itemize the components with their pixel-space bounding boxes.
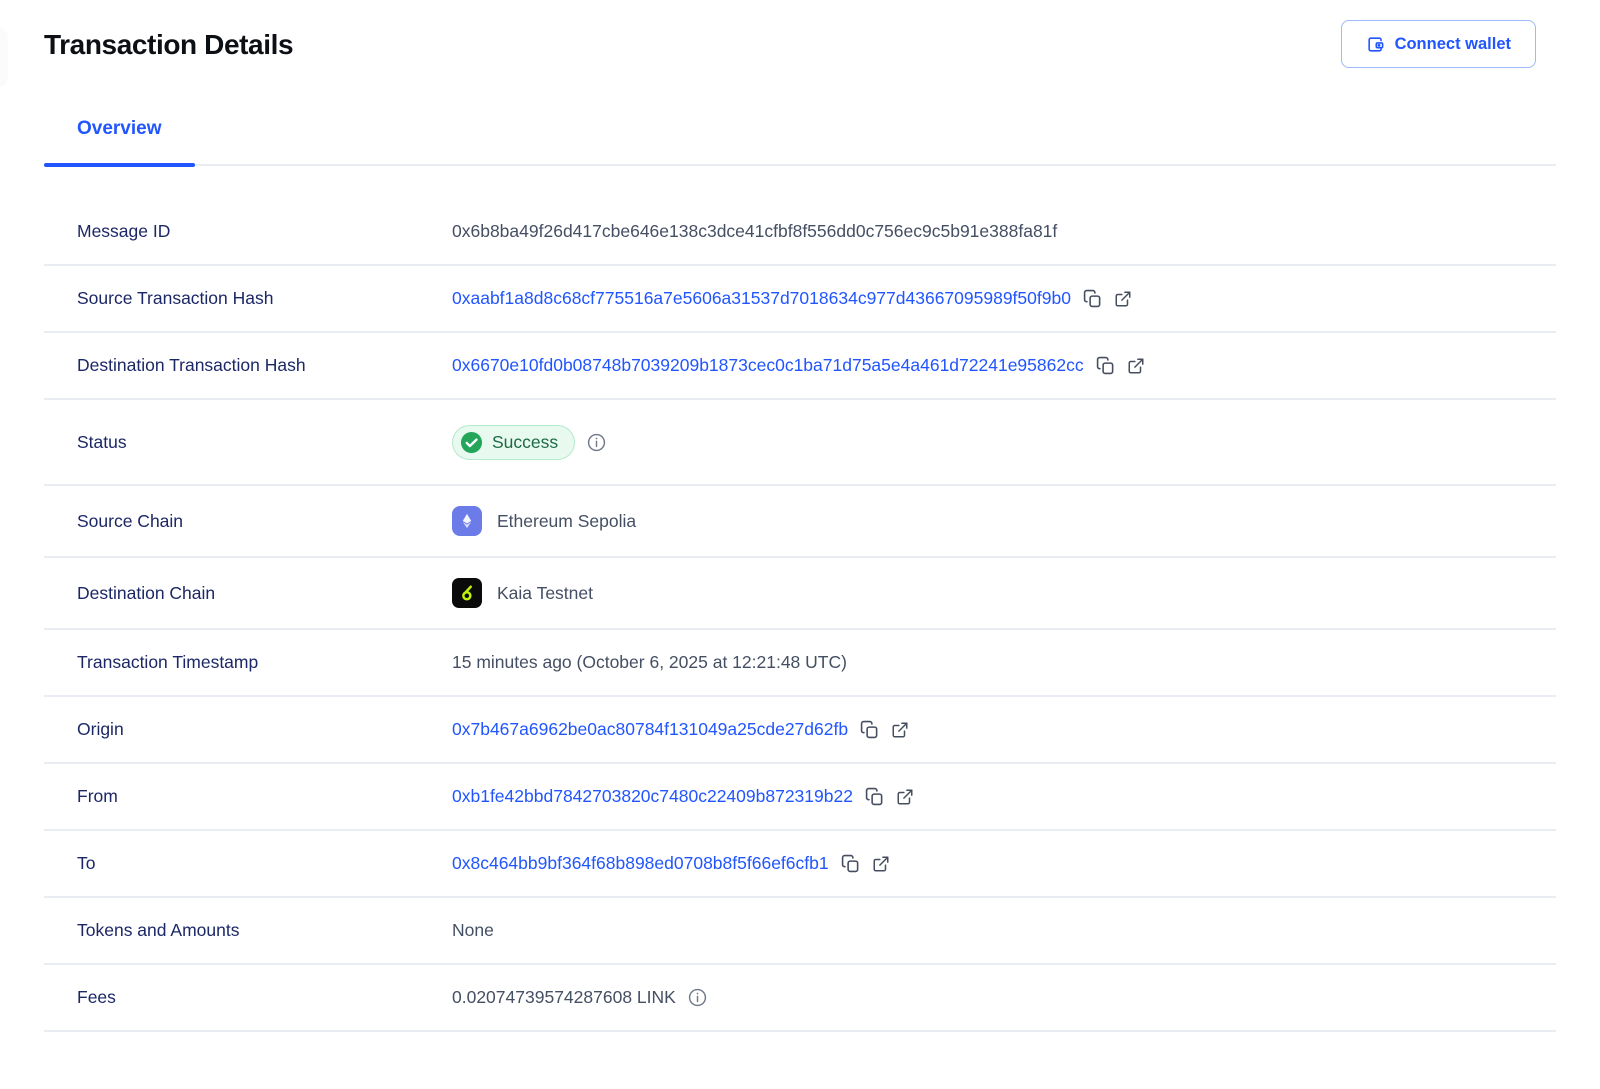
row-label: Message ID (44, 221, 452, 242)
message-id-value: 0x6b8ba49f26d417cbe646e138c3dce41cfbf8f5… (452, 221, 1057, 242)
external-link-icon[interactable] (896, 788, 914, 806)
row-label: Origin (44, 719, 452, 740)
status-badge-label: Success (492, 432, 558, 453)
row-label: From (44, 786, 452, 807)
copy-icon[interactable] (1096, 356, 1115, 375)
table-row-source-chain: Source Chain Ethereum Sepolia (44, 486, 1556, 558)
tab-bar: Overview (44, 118, 1556, 166)
to-address-link[interactable]: 0x8c464bb9bf364f68b898ed0708b8f5f66ef6cf… (452, 853, 829, 874)
source-chain-name: Ethereum Sepolia (497, 511, 636, 532)
kaia-chain-icon (452, 578, 482, 608)
table-row-tokens-and-amounts: Tokens and Amounts None (44, 898, 1556, 965)
copy-icon[interactable] (1083, 289, 1102, 308)
fees-value: 0.02074739574287608 LINK (452, 987, 676, 1008)
copy-icon[interactable] (865, 787, 884, 806)
row-label: Status (44, 432, 452, 453)
status-badge: Success (452, 425, 575, 460)
table-row-source-tx-hash: Source Transaction Hash 0xaabf1a8d8c68cf… (44, 266, 1556, 333)
external-link-icon[interactable] (872, 855, 890, 873)
tab-overview[interactable]: Overview (44, 118, 195, 164)
row-label: Source Chain (44, 511, 452, 532)
row-label: To (44, 853, 452, 874)
row-label: Fees (44, 987, 452, 1008)
source-tx-hash-link[interactable]: 0xaabf1a8d8c68cf775516a7e5606a31537d7018… (452, 288, 1071, 309)
row-label: Transaction Timestamp (44, 652, 452, 673)
tab-overview-label: Overview (77, 118, 162, 139)
table-row-message-id: Message ID 0x6b8ba49f26d417cbe646e138c3d… (44, 199, 1556, 266)
table-row-origin: Origin 0x7b467a6962be0ac80784f131049a25c… (44, 697, 1556, 764)
destination-tx-hash-link[interactable]: 0x6670e10fd0b08748b7039209b1873cec0c1ba7… (452, 355, 1084, 376)
row-label: Destination Transaction Hash (44, 355, 452, 376)
transaction-details-page: Transaction Details Connect wallet Overv… (0, 0, 1600, 1089)
external-link-icon[interactable] (1127, 357, 1145, 375)
external-link-icon[interactable] (891, 721, 909, 739)
table-row-status: Status Success (44, 400, 1556, 486)
tokens-and-amounts-value: None (452, 920, 494, 941)
copy-icon[interactable] (841, 854, 860, 873)
table-row-destination-chain: Destination Chain Kaia Testnet (44, 558, 1556, 630)
offcanvas-edge (0, 28, 6, 84)
row-label: Source Transaction Hash (44, 288, 452, 309)
timestamp-value: 15 minutes ago (October 6, 2025 at 12:21… (452, 652, 847, 673)
table-row-destination-tx-hash: Destination Transaction Hash 0x6670e10fd… (44, 333, 1556, 400)
info-icon[interactable] (688, 988, 707, 1007)
table-row-to: To 0x8c464bb9bf364f68b898ed0708b8f5f66ef… (44, 831, 1556, 898)
origin-address-link[interactable]: 0x7b467a6962be0ac80784f131049a25cde27d62… (452, 719, 848, 740)
copy-icon[interactable] (860, 720, 879, 739)
external-link-icon[interactable] (1114, 290, 1132, 308)
table-row-fees: Fees 0.02074739574287608 LINK (44, 965, 1556, 1032)
table-row-from: From 0xb1fe42bbd7842703820c7480c22409b87… (44, 764, 1556, 831)
check-circle-icon (460, 431, 483, 454)
table-row-timestamp: Transaction Timestamp 15 minutes ago (Oc… (44, 630, 1556, 697)
info-icon[interactable] (587, 433, 606, 452)
connect-wallet-label: Connect wallet (1395, 35, 1511, 54)
page-title: Transaction Details (44, 29, 293, 61)
ethereum-chain-icon (452, 506, 482, 536)
details-table: Message ID 0x6b8ba49f26d417cbe646e138c3d… (44, 199, 1556, 1032)
connect-wallet-button[interactable]: Connect wallet (1341, 20, 1536, 68)
destination-chain-name: Kaia Testnet (497, 583, 593, 604)
page-header: Transaction Details Connect wallet (0, 0, 1600, 68)
row-label: Destination Chain (44, 583, 452, 604)
row-label: Tokens and Amounts (44, 920, 452, 941)
wallet-icon (1366, 35, 1385, 54)
from-address-link[interactable]: 0xb1fe42bbd7842703820c7480c22409b872319b… (452, 786, 853, 807)
